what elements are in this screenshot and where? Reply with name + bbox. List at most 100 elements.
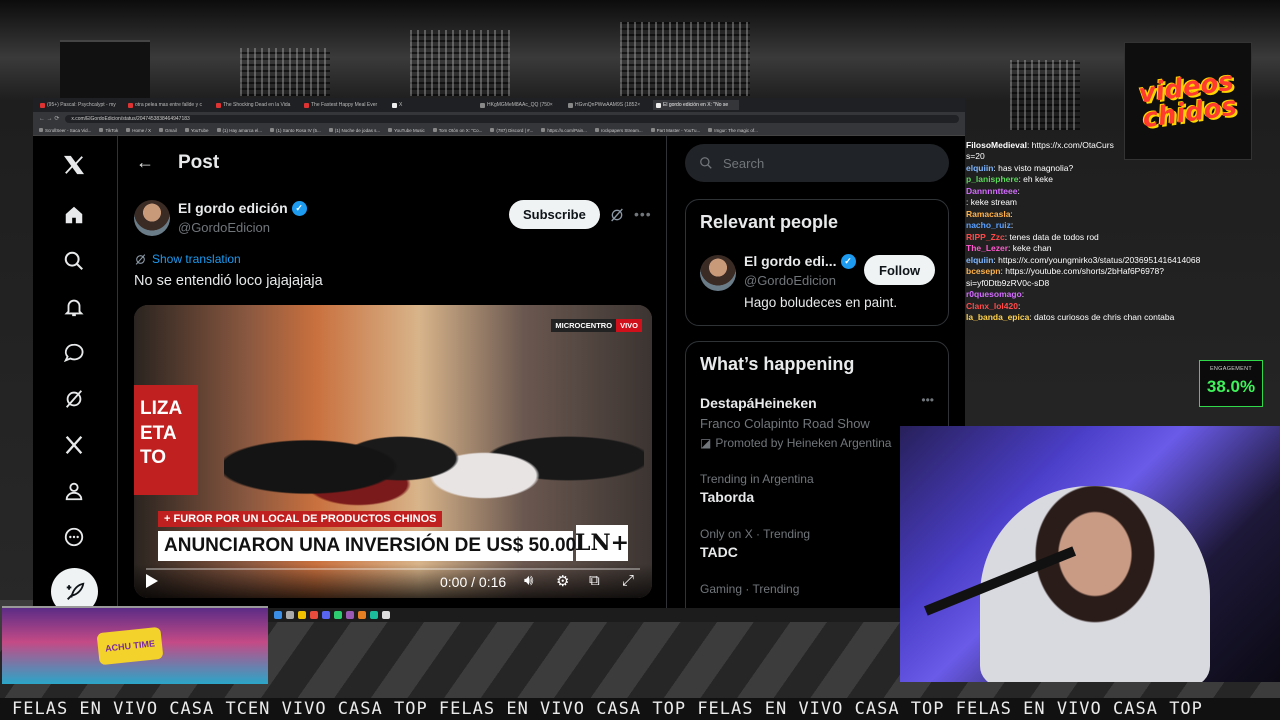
more-horizontal-icon[interactable]: ••• xyxy=(634,206,652,222)
bookmark[interactable]: (1) Noche de jodas s... xyxy=(328,128,380,133)
bookmark[interactable]: YouTube xyxy=(184,128,209,133)
taskbar-app-icon[interactable] xyxy=(322,611,330,619)
browser-tab[interactable]: HGvnQnPWwAAM9S (1852× xyxy=(565,100,651,110)
chat-message: nacho_ruiz: xyxy=(966,220,1262,231)
bookmark[interactable]: https://x.com/Pain... xyxy=(541,128,587,133)
chat-username[interactable]: bcesepn xyxy=(966,266,1001,276)
trend-subtitle: Franco Colapinto Road Show xyxy=(700,416,870,431)
engagement-label: ENGAGEMENT xyxy=(1209,366,1253,372)
chat-message: Dannnntteee: xyxy=(966,186,1262,197)
taskbar-app-icon[interactable] xyxy=(286,611,294,619)
bookmark[interactable]: Imgur: The magic of... xyxy=(708,128,758,133)
taskbar-app-icon[interactable] xyxy=(334,611,342,619)
bookmark[interactable]: rockpapers Stream... xyxy=(594,128,643,133)
bookmark[interactable]: (787) Discord | #... xyxy=(490,128,533,133)
search-input[interactable]: Search xyxy=(685,144,949,182)
author-avatar[interactable] xyxy=(134,200,170,236)
author-name[interactable]: El gordo edición ✓ xyxy=(178,200,307,216)
taskbar-app-icon[interactable] xyxy=(310,611,318,619)
x-premium-icon[interactable] xyxy=(61,432,87,458)
chat-text: : https://youtube.com/shorts/2bHaf6P6978… xyxy=(1000,266,1165,277)
video-player[interactable]: LIZA ETA TO MICROCENTRO VIVO + FUROR POR… xyxy=(134,305,652,598)
relevant-person[interactable]: El gordo edi... ✓ @GordoEdicion Hago bol… xyxy=(686,245,948,321)
background-building xyxy=(240,48,330,96)
nav-arrows-icon[interactable]: ← → ⟳ xyxy=(39,115,59,122)
show-translation-link[interactable]: Show translation xyxy=(134,252,241,266)
start-icon[interactable] xyxy=(274,611,282,619)
more-options-icon[interactable] xyxy=(61,524,87,550)
grok-icon[interactable] xyxy=(61,386,87,412)
background-building xyxy=(410,30,510,96)
search-icon xyxy=(700,157,712,169)
trend-more-icon[interactable]: ••• xyxy=(921,393,934,407)
background-building xyxy=(620,22,750,96)
bookmark[interactable]: (1) Hay amarca el... xyxy=(216,128,262,133)
bookmark[interactable]: Part Master - YouTu... xyxy=(650,128,700,133)
captions-icon[interactable]: ⧉ xyxy=(589,572,600,589)
chat-username[interactable]: r0quesomago xyxy=(966,289,1022,299)
chat-username[interactable]: Ramacasla xyxy=(966,209,1010,219)
bookmark[interactable]: ScrollSeer - Saca Vid... xyxy=(39,128,91,133)
bookmarks-bar: ScrollSeer - Saca Vid... TikTok Home / X… xyxy=(33,125,965,136)
chat-message: r0quesomago: xyxy=(966,289,1262,300)
chat-username[interactable]: elquiin xyxy=(966,163,993,173)
browser-tab[interactable]: (95+) Pascal: Psychcalypt - my xyxy=(37,100,123,110)
home-icon[interactable] xyxy=(61,202,87,228)
subscribe-button[interactable]: Subscribe xyxy=(509,200,600,229)
chat-username[interactable]: nacho_ruiz xyxy=(966,220,1011,230)
messages-bubble-icon[interactable] xyxy=(61,340,87,366)
bookmark[interactable]: Gmail xyxy=(159,128,177,133)
os-taskbar xyxy=(266,608,900,622)
engagement-widget: ENGAGEMENT 38.0% xyxy=(1199,360,1263,407)
chat-username[interactable]: FilosoMedieval xyxy=(966,140,1027,150)
url-field[interactable]: x.com/ElGordoEdicion/status/204745383846… xyxy=(65,114,959,123)
chat-message: p_lanisphere: eh keke xyxy=(966,174,1262,185)
chat-username[interactable]: The_Lezer xyxy=(966,243,1008,253)
author-handle[interactable]: @GordoEdicion xyxy=(178,220,270,235)
bookmark[interactable]: TikTok xyxy=(99,128,118,133)
notifications-bell-icon[interactable] xyxy=(61,294,87,320)
chat-text: : https://x.com/youngmirko3/status/20369… xyxy=(993,254,1201,265)
person-name[interactable]: El gordo edi... ✓ xyxy=(744,253,856,269)
chat-message: elquiin: has visto magnolia? xyxy=(966,163,1262,174)
chat-message: The_Lezer: keke chan xyxy=(966,243,1262,254)
bookmark[interactable]: YouTube Music xyxy=(388,128,425,133)
x-logo-icon[interactable] xyxy=(61,152,87,178)
bookmark[interactable]: Tom Otón on X: "Co... xyxy=(432,128,482,133)
browser-tab[interactable]: The Fastest Happy Meal Ever xyxy=(301,100,387,110)
back-arrow-icon[interactable]: ← xyxy=(136,152,154,173)
chat-username[interactable]: RIPP_Zzc xyxy=(966,232,1005,242)
profile-icon[interactable] xyxy=(61,478,87,504)
follow-button[interactable]: Follow xyxy=(864,255,936,285)
taskbar-app-icon[interactable] xyxy=(382,611,390,619)
taskbar-app-icon[interactable] xyxy=(346,611,354,619)
chat-message: si=yf0Dtb9zRV0c-sD8 xyxy=(966,278,1262,289)
chat-username[interactable]: Clanx_lol420 xyxy=(966,301,1018,311)
browser-tab[interactable]: X xyxy=(389,100,475,110)
search-icon[interactable] xyxy=(61,248,87,274)
taskbar-app-icon[interactable] xyxy=(370,611,378,619)
taskbar-app-icon[interactable] xyxy=(298,611,306,619)
browser-tab[interactable]: otra pelea mas entre fallde y c xyxy=(125,100,211,110)
browser-tab-active[interactable]: El gordo edición en X: "No se xyxy=(653,100,739,110)
chat-username[interactable]: elquiin xyxy=(966,255,993,265)
chat-text: : xyxy=(1010,208,1013,219)
post-header: ← Post xyxy=(118,136,666,189)
whats-happening-title: What’s happening xyxy=(700,354,855,374)
bookmark[interactable]: Home / X xyxy=(126,128,151,133)
video-progress-bar[interactable] xyxy=(146,568,640,570)
chat-text: si=yf0Dtb9zRV0c-sD8 xyxy=(966,277,1050,288)
bookmark[interactable]: (1) Santo Rosa IV (5... xyxy=(270,128,321,133)
fullscreen-icon[interactable]: ⤢ xyxy=(622,572,634,589)
play-icon[interactable] xyxy=(146,574,158,588)
browser-tab[interactable]: The Shocking Dead en la Vida xyxy=(213,100,299,110)
taskbar-app-icon[interactable] xyxy=(358,611,366,619)
chat-username[interactable]: la_banda_epica xyxy=(966,312,1029,322)
chat-username[interactable]: p_lanisphere xyxy=(966,174,1018,184)
person-avatar[interactable] xyxy=(700,255,736,291)
settings-gear-icon[interactable]: ⚙︎ xyxy=(556,572,569,590)
grok-explain-icon[interactable] xyxy=(609,207,625,223)
browser-tab[interactable]: HKgMGMeM8AAc_QQ (750× xyxy=(477,100,563,110)
chat-username[interactable]: Dannnntteee xyxy=(966,186,1017,196)
volume-icon[interactable]: 🔊︎ xyxy=(524,572,533,589)
